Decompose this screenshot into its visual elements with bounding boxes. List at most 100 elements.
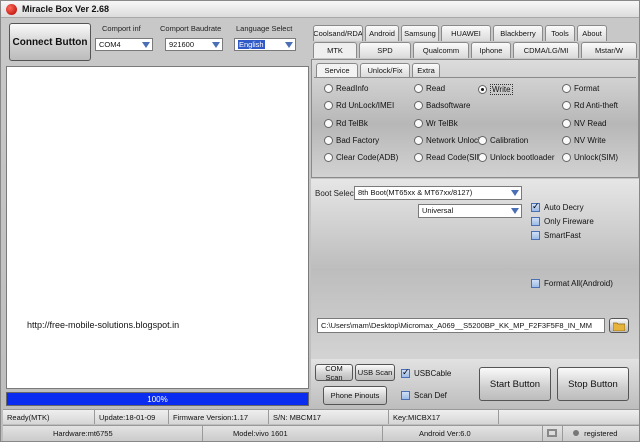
tab-samsung[interactable]: Samsung: [401, 25, 439, 41]
tab-coolsand-rda[interactable]: Coolsand/RDA: [313, 25, 363, 41]
radio-label: Rd Anti-theft: [574, 101, 619, 110]
radio-label: Bad Factory: [336, 136, 380, 145]
radio-label: ReadInfo: [336, 84, 369, 93]
format-all-checkbox[interactable]: Format All(Android): [531, 279, 613, 288]
chevron-down-icon: [511, 189, 519, 197]
boot-select[interactable]: 8th Boot(MT65xx & MT67xx/8127): [354, 186, 522, 200]
stop-button[interactable]: Stop Button: [557, 367, 629, 401]
only-firmware-checkbox[interactable]: Only Fireware: [531, 217, 594, 226]
radio-nv-write[interactable]: NV Write: [562, 136, 606, 145]
auto-decry-checkbox[interactable]: Auto Decry: [531, 201, 584, 212]
browse-folder-button[interactable]: [609, 318, 629, 333]
language-label: Language Select: [236, 24, 293, 33]
radio-clear-code-adb[interactable]: Clear Code(ADB): [324, 153, 398, 162]
radio-unlock-bootloader[interactable]: Unlock bootloader: [478, 153, 554, 162]
radio-write[interactable]: Write: [478, 84, 513, 95]
tab-cdma-lg-mi[interactable]: CDMA/LG/MI: [513, 42, 579, 58]
connect-button[interactable]: Connect Button: [9, 23, 91, 61]
status-model: Model:vivo 1601: [203, 426, 383, 441]
radio-read-code-sim[interactable]: Read Code(SIM): [414, 153, 486, 162]
registered-dot-icon: [573, 430, 579, 436]
comport-label: Comport inf: [102, 24, 141, 33]
mode-select[interactable]: Universal: [418, 204, 522, 218]
radio-bad-factory[interactable]: Bad Factory: [324, 136, 379, 145]
scan-def-label: Scan Def: [414, 391, 447, 400]
radio-rd-unlock-imei[interactable]: Rd UnLock/IMEI: [324, 101, 394, 110]
status-key: Key:MICBX17: [389, 410, 499, 424]
folder-icon: [613, 322, 625, 331]
comport-select[interactable]: COM4: [95, 38, 153, 51]
status-bar: Ready(MTK) Update:18-01-09 Firmware Vers…: [3, 409, 639, 424]
tab-mtk[interactable]: MTK: [313, 42, 357, 58]
status-android: Android Ver:6.0: [383, 426, 543, 441]
tab-qualcomm[interactable]: Qualcomm: [413, 42, 469, 58]
radio-read[interactable]: Read: [414, 84, 445, 93]
baudrate-label: Comport Baudrate: [160, 24, 222, 33]
device-info-bar: Hardware:mt6755 Model:vivo 1601 Android …: [3, 425, 639, 441]
subtab-service[interactable]: Service: [316, 63, 358, 77]
status-grip: [543, 426, 563, 441]
progress-bar: 100%: [6, 392, 309, 406]
log-url-text: http://free-mobile-solutions.blogspot.in: [27, 320, 180, 330]
chevron-down-icon: [511, 207, 519, 215]
radio-readinfo[interactable]: ReadInfo: [324, 84, 368, 93]
usb-scan-button[interactable]: USB Scan: [355, 364, 395, 381]
auto-decry-label: Auto Decry: [544, 203, 584, 212]
usbcable-checkbox[interactable]: USBCable: [401, 367, 451, 378]
chevron-down-icon: [212, 41, 220, 49]
tab-mstar[interactable]: Mstar/W: [581, 42, 637, 58]
tab-blackberry[interactable]: Blackberry: [493, 25, 543, 41]
firmware-path-bar: C:\Users\mam\Desktop\Micromax_A069__S520…: [317, 318, 629, 333]
firmware-path-input[interactable]: C:\Users\mam\Desktop\Micromax_A069__S520…: [317, 318, 605, 333]
radio-unlock-sim[interactable]: Unlock(SIM): [562, 153, 618, 162]
status-blank: [499, 410, 639, 424]
tab-android[interactable]: Android: [365, 25, 399, 41]
radio-rd-telbk[interactable]: Rd TelBk: [324, 119, 368, 128]
com-scan-button[interactable]: COM Scan: [315, 364, 353, 382]
baudrate-select[interactable]: 921600: [165, 38, 223, 51]
subtab-unlock-fix[interactable]: Unlock/Fix: [360, 63, 410, 77]
status-registered: registered: [563, 426, 639, 441]
title-bar: Miracle Box Ver 2.68: [1, 1, 639, 18]
tab-huawei[interactable]: HUAWEI: [441, 25, 491, 41]
radio-rd-anti-theft[interactable]: Rd Anti-theft: [562, 101, 618, 110]
radio-label: Unlock bootloader: [490, 153, 555, 162]
status-update: Update:18-01-09: [95, 410, 169, 424]
radio-format[interactable]: Format: [562, 84, 599, 93]
phone-pinouts-button[interactable]: Phone Pinouts: [323, 386, 387, 405]
connection-bar: Connect Button Comport inf COM4 Comport …: [5, 20, 305, 64]
radio-label: NV Read: [574, 119, 607, 128]
chevron-down-icon: [142, 41, 150, 49]
tab-spd[interactable]: SPD: [359, 42, 411, 58]
tab-iphone[interactable]: Iphone: [471, 42, 511, 58]
scan-def-checkbox[interactable]: Scan Def: [401, 391, 447, 400]
app-logo-icon: [6, 4, 17, 15]
service-panel: Service Unlock/Fix Extra ReadInfo Read Wri…: [311, 59, 639, 178]
radio-label: Wr TelBk: [426, 119, 458, 128]
status-hardware: Hardware:mt6755: [3, 426, 203, 441]
main-window: Miracle Box Ver 2.68 Connect Button Comp…: [0, 0, 640, 442]
radio-wr-telbk[interactable]: Wr TelBk: [414, 119, 458, 128]
subtab-extra[interactable]: Extra: [412, 63, 440, 77]
chevron-down-icon: [285, 41, 293, 49]
radio-group: ReadInfo Read Write Format Rd UnLock/IMEI Bad…: [314, 77, 636, 177]
radio-label: Clear Code(ADB): [336, 153, 399, 162]
start-button[interactable]: Start Button: [479, 367, 551, 401]
radio-network-unlock[interactable]: Network Unlock: [414, 136, 482, 145]
radio-badsoftware[interactable]: Badsoftware: [414, 101, 470, 110]
bottom-controls: COM Scan USB Scan USBCable Phone Pinouts…: [311, 359, 639, 409]
radio-label: Badsoftware: [426, 101, 471, 110]
tab-tools[interactable]: Tools: [545, 25, 575, 41]
progress-text: 100%: [147, 395, 168, 404]
radio-nv-read[interactable]: NV Read: [562, 119, 606, 128]
radio-calibration[interactable]: Calibration: [478, 136, 528, 145]
smartfast-checkbox[interactable]: SmartFast: [531, 231, 581, 240]
boot-select-label: Boot Selec: [315, 189, 354, 198]
registered-label: registered: [584, 429, 618, 438]
log-output[interactable]: http://free-mobile-solutions.blogspot.in: [6, 66, 309, 389]
radio-label: Network Unlock: [426, 136, 483, 145]
tab-about[interactable]: About: [577, 25, 607, 41]
language-select[interactable]: English: [234, 38, 296, 51]
radio-label: Rd UnLock/IMEI: [336, 101, 395, 110]
smartfast-label: SmartFast: [544, 231, 581, 240]
